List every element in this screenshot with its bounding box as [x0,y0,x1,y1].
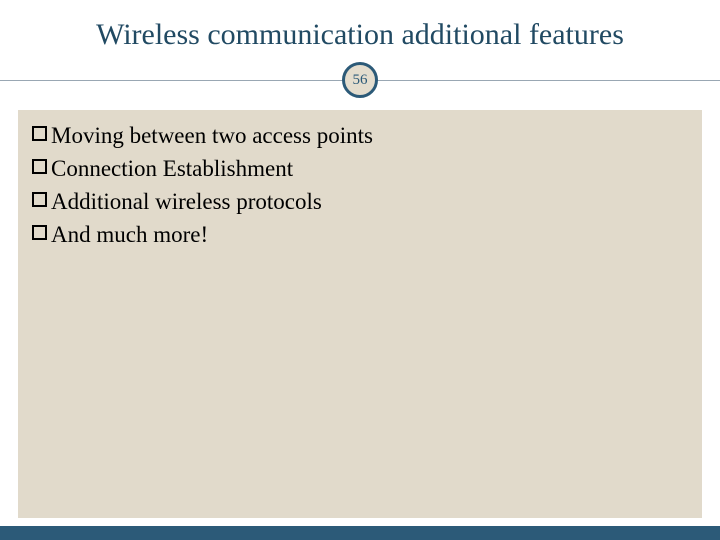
bullet-list: Moving between two access points Connect… [18,110,702,262]
list-item-text: And much more! [51,219,208,250]
square-bullet-icon [32,126,47,141]
title-divider: 56 [0,62,720,102]
square-bullet-icon [32,159,47,174]
list-item-text: Connection Establishment [51,153,293,184]
footer-accent-bar [0,526,720,540]
square-bullet-icon [32,225,47,240]
slide: Wireless communication additional featur… [0,0,720,540]
list-item-text: Additional wireless protocols [51,186,322,217]
list-item-text: Moving between two access points [51,120,373,151]
list-item: Additional wireless protocols [32,186,688,217]
slide-body: Moving between two access points Connect… [18,110,702,518]
list-item: Connection Establishment [32,153,688,184]
list-item: And much more! [32,219,688,250]
page-number-badge: 56 [342,62,378,98]
list-item: Moving between two access points [32,120,688,151]
square-bullet-icon [32,192,47,207]
slide-title: Wireless communication additional featur… [0,0,720,62]
